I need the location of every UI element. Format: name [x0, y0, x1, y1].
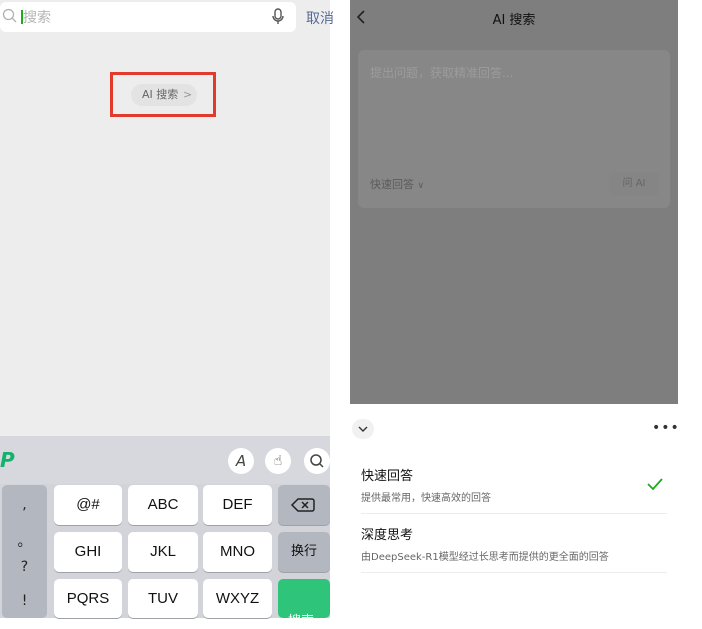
cancel-button[interactable]: 取消 — [306, 8, 334, 28]
highlight-box — [110, 72, 216, 117]
answer-mode-selector[interactable]: 快速回答 ∨ — [370, 176, 424, 192]
key[interactable]: MNO — [203, 532, 272, 572]
punct-key[interactable]: , — [2, 497, 47, 513]
gesture-icon[interactable]: ☝ — [265, 448, 291, 474]
chevron-left-icon[interactable] — [355, 9, 367, 25]
divider — [361, 572, 667, 573]
punct-key[interactable]: ! — [2, 593, 47, 609]
search-icon — [2, 8, 17, 23]
search-input[interactable]: 搜索 — [23, 7, 51, 27]
backspace-icon — [290, 498, 315, 512]
key[interactable]: WXYZ — [203, 579, 272, 618]
chevron-down-icon: ∨ — [417, 181, 425, 191]
question-input[interactable]: 提出问题，获取精准回答... — [370, 64, 513, 81]
option-fast-answer-desc: 提供最常用，快速高效的回答 — [361, 493, 491, 504]
divider — [361, 513, 667, 514]
key[interactable]: GHI — [54, 532, 122, 572]
chevron-down-icon — [358, 426, 368, 432]
punct-key[interactable]: 。 — [2, 531, 47, 551]
key[interactable]: @# — [54, 485, 122, 525]
option-deep-think-desc: 由DeepSeek-R1模型经过长思考而提供的更全面的回答 — [361, 552, 609, 563]
answer-mode-sheet — [350, 404, 678, 618]
microphone-icon[interactable] — [271, 8, 285, 26]
keyboard-search-icon[interactable] — [304, 448, 330, 474]
page-title: AI 搜索 — [492, 13, 536, 28]
punctuation-column[interactable]: , 。 ? ! — [2, 485, 47, 618]
newline-key[interactable]: 换行 — [278, 532, 330, 572]
search-key-label: 搜索 — [288, 614, 315, 629]
key[interactable]: PQRS — [54, 579, 122, 618]
key[interactable]: ABC — [128, 485, 198, 525]
option-deep-think-title[interactable]: 深度思考 — [361, 524, 413, 543]
answer-mode-label: 快速回答 — [370, 178, 414, 191]
ask-ai-button[interactable]: 问 AI — [609, 172, 659, 196]
keyboard-search-key[interactable]: 搜索 — [278, 579, 330, 629]
delete-key[interactable] — [278, 485, 330, 525]
more-icon[interactable]: ••• — [652, 420, 680, 436]
handwriting-icon[interactable]: A — [228, 448, 254, 474]
checkmark-icon — [647, 478, 663, 491]
key[interactable]: JKL — [128, 532, 198, 572]
punct-key[interactable]: ? — [2, 559, 47, 575]
option-fast-answer-title[interactable]: 快速回答 — [361, 465, 413, 484]
collapse-button[interactable] — [352, 419, 374, 439]
key[interactable]: DEF — [203, 485, 272, 525]
key[interactable]: TUV — [128, 579, 198, 618]
input-method-logo-icon[interactable]: P — [0, 448, 15, 472]
